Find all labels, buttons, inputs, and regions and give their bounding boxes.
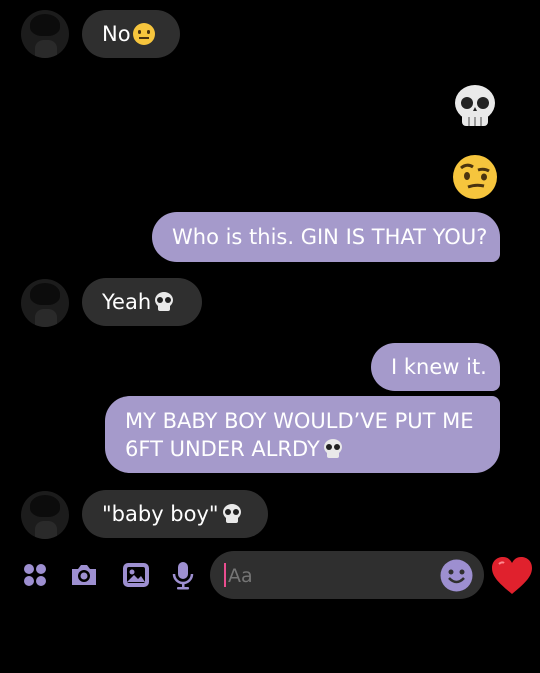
message-composer[interactable] bbox=[210, 551, 484, 599]
skull-emoji-icon bbox=[155, 292, 174, 311]
neutral-face-emoji-icon bbox=[132, 23, 155, 45]
message-text-line: MY BABY BOY WOULD’VE PUT ME bbox=[125, 408, 474, 433]
skull-emoji-icon[interactable] bbox=[452, 84, 498, 130]
message-text: "baby boy" bbox=[102, 502, 219, 526]
microphone-icon[interactable] bbox=[168, 560, 198, 590]
skull-emoji-icon bbox=[222, 504, 241, 523]
emoji-icon[interactable] bbox=[440, 559, 473, 592]
contact-avatar[interactable] bbox=[21, 279, 69, 327]
incoming-message-bubble[interactable]: "baby boy" bbox=[82, 490, 268, 538]
apps-grid-icon[interactable] bbox=[20, 560, 50, 590]
incoming-message-bubble[interactable]: No bbox=[82, 10, 180, 58]
outgoing-message-bubble[interactable]: MY BABY BOY WOULD’VE PUT ME 6FT UNDER AL… bbox=[105, 396, 500, 473]
image-icon[interactable] bbox=[121, 560, 151, 590]
outgoing-message-bubble[interactable]: Who is this. GIN IS THAT YOU? bbox=[152, 212, 500, 262]
incoming-message-bubble[interactable]: Yeah bbox=[82, 278, 202, 326]
message-text: Yeah bbox=[102, 290, 152, 314]
heart-icon[interactable] bbox=[490, 556, 534, 596]
message-text: No bbox=[102, 22, 131, 46]
contact-avatar[interactable] bbox=[21, 10, 69, 58]
message-input[interactable] bbox=[226, 563, 430, 589]
face-with-raised-eyebrow-emoji-icon[interactable] bbox=[451, 153, 499, 201]
message-text: Who is this. GIN IS THAT YOU? bbox=[172, 225, 488, 249]
message-text-line: 6FT UNDER ALRDY bbox=[125, 436, 320, 461]
skull-emoji-icon bbox=[323, 438, 342, 458]
outgoing-message-bubble[interactable]: I knew it. bbox=[371, 343, 500, 391]
contact-avatar[interactable] bbox=[21, 491, 69, 539]
camera-icon[interactable] bbox=[69, 560, 99, 590]
message-text: I knew it. bbox=[391, 355, 487, 379]
